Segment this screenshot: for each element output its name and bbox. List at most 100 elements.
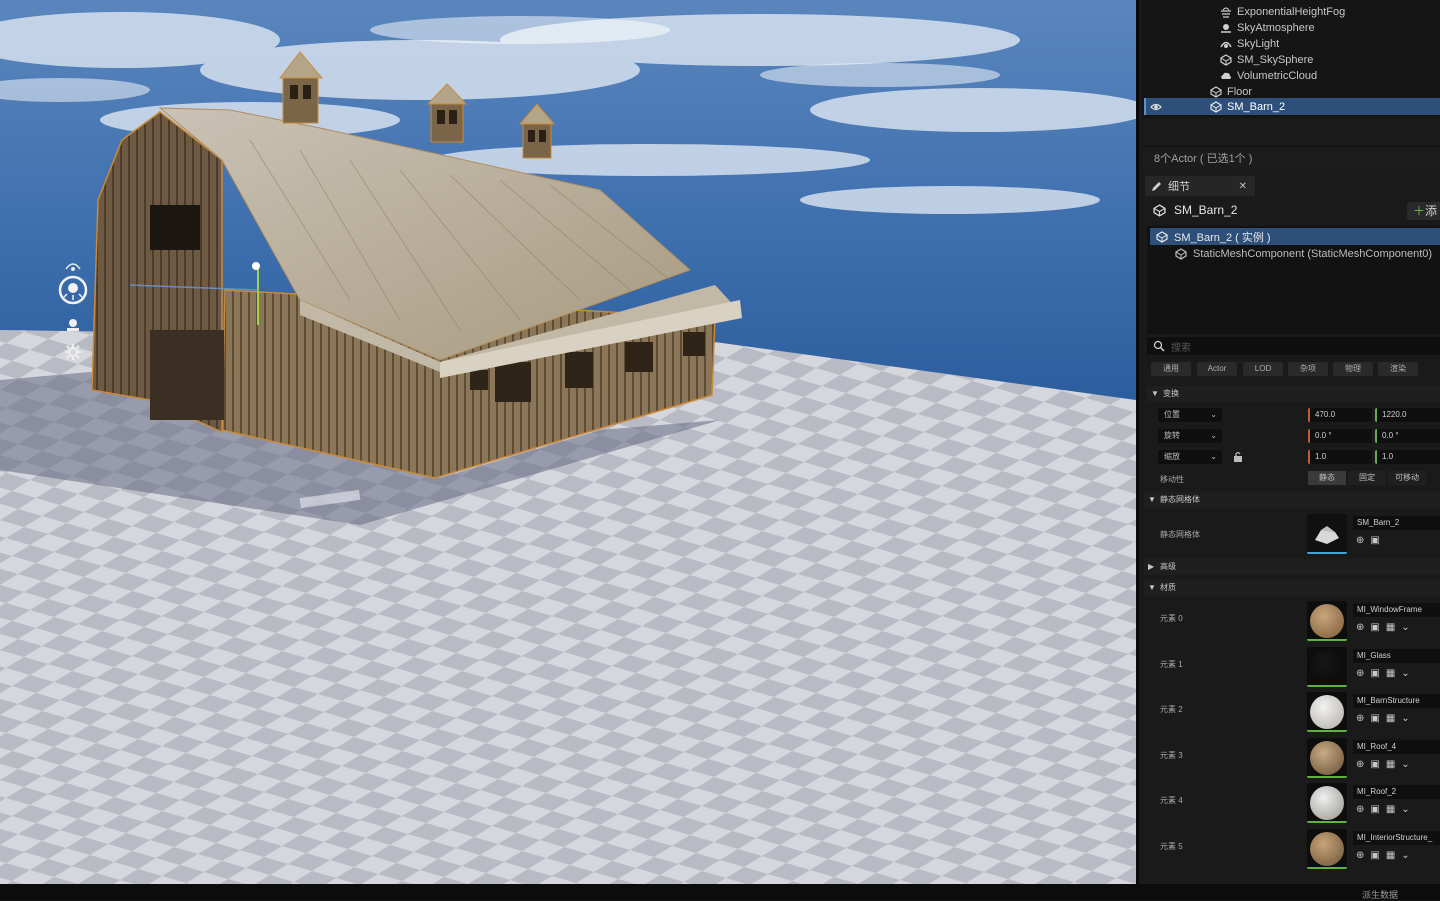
browse-icon[interactable]: ▣	[1370, 668, 1379, 679]
settings-gizmo-icon[interactable]	[56, 338, 90, 366]
section-label: 高级	[1160, 562, 1176, 571]
outliner-item-volumetric-cloud[interactable]: VolumetricCloud	[1220, 68, 1317, 84]
browse-icon[interactable]: ▣	[1370, 804, 1379, 815]
material-thumbnail[interactable]	[1307, 646, 1347, 687]
dropdown-label: 位置	[1164, 410, 1180, 419]
checker-icon[interactable]: ▦	[1386, 622, 1395, 633]
lock-icon[interactable]	[1232, 450, 1244, 464]
chevron-down-icon[interactable]: ⌄	[1401, 759, 1409, 770]
use-selected-icon[interactable]: ⊕	[1356, 850, 1364, 861]
checker-icon[interactable]: ▦	[1386, 668, 1395, 679]
outliner-item-floor[interactable]: Floor	[1210, 84, 1252, 100]
level-viewport[interactable]	[0, 0, 1136, 884]
use-selected-icon[interactable]: ⊕	[1356, 804, 1364, 815]
chevron-down-icon[interactable]: ⌄	[1401, 668, 1409, 679]
browse-icon[interactable]: ▣	[1370, 622, 1379, 633]
visibility-eye-icon[interactable]	[1150, 99, 1162, 115]
location-x-field[interactable]: 470.0	[1308, 408, 1372, 422]
filter-actor[interactable]: Actor	[1197, 362, 1237, 376]
component-static-mesh[interactable]: StaticMeshComponent (StaticMeshComponent…	[1175, 248, 1432, 260]
material-picker[interactable]: MI_BarnStructure	[1353, 694, 1440, 709]
material-thumbnail[interactable]	[1307, 601, 1347, 641]
scale-x-field[interactable]: 1.0	[1308, 450, 1372, 464]
close-icon[interactable]: ✕	[1239, 181, 1247, 192]
browse-icon[interactable]: ▣	[1370, 850, 1379, 861]
component-tree: SM_Barn_2 ( 实例 ) StaticMeshComponent (St…	[1147, 226, 1440, 334]
use-selected-icon[interactable]: ⊕	[1356, 713, 1364, 724]
details-filter-bar: 通用 Actor LOD 杂项 物理 渲染	[1147, 362, 1440, 378]
outliner-item-sky-atmosphere[interactable]: SkyAtmosphere	[1220, 20, 1315, 36]
chevron-down-icon[interactable]: ⌄	[1401, 850, 1409, 861]
outliner-item-barn[interactable]: SM_Barn_2	[1210, 99, 1285, 115]
chevron-down-icon[interactable]: ⌄	[1401, 804, 1409, 815]
checker-icon[interactable]: ▦	[1386, 804, 1395, 815]
outliner-actor-count: 8个Actor ( 已选1个 )	[1142, 146, 1440, 170]
material-picker[interactable]: MI_Roof_4	[1353, 739, 1440, 754]
sun-gizmo-icon[interactable]	[56, 275, 90, 305]
section-materials[interactable]: ▼ 材质	[1144, 580, 1440, 596]
static-mesh-thumbnail[interactable]	[1307, 514, 1347, 554]
location-dropdown[interactable]: 位置 ⌄	[1158, 408, 1222, 422]
component-root[interactable]: SM_Barn_2 ( 实例 )	[1150, 228, 1440, 245]
scale-dropdown[interactable]: 缩放 ⌄	[1158, 450, 1222, 464]
use-selected-icon[interactable]: ⊕	[1356, 622, 1364, 633]
browse-icon[interactable]: ▣	[1370, 759, 1379, 770]
details-search-input[interactable]: 搜索	[1147, 337, 1440, 355]
mobility-movable-option[interactable]: 可移动	[1388, 471, 1426, 485]
use-selected-icon[interactable]: ⊕	[1356, 535, 1364, 546]
outliner-item-skylight[interactable]: SkyLight	[1220, 36, 1279, 52]
skylight-gizmo-icon[interactable]	[56, 310, 90, 338]
use-selected-icon[interactable]: ⊕	[1356, 668, 1364, 679]
mobility-label: 移动性	[1160, 475, 1184, 484]
rotation-y-field[interactable]: 0.0 °	[1375, 429, 1440, 443]
checker-icon[interactable]: ▦	[1386, 759, 1395, 770]
derived-data-status[interactable]: 派生数据	[1362, 888, 1398, 901]
rotation-dropdown[interactable]: 旋转 ⌄	[1158, 429, 1222, 443]
outliner-item-fog[interactable]: ExponentialHeightFog	[1220, 4, 1345, 20]
material-thumbnail[interactable]	[1307, 692, 1347, 733]
static-mesh-label: 静态网格体	[1160, 530, 1200, 539]
material-picker[interactable]: MI_Roof_2	[1353, 785, 1440, 800]
mobility-stationary-option[interactable]: 固定	[1348, 471, 1386, 485]
outliner-selection-highlight	[1144, 98, 1440, 115]
chevron-down-icon[interactable]: ⌄	[1401, 713, 1409, 724]
filter-physics[interactable]: 物理	[1333, 362, 1373, 376]
material-thumbnail[interactable]	[1307, 737, 1347, 778]
mobility-static-option[interactable]: 静态	[1308, 471, 1346, 485]
browse-icon[interactable]: ▣	[1370, 535, 1379, 546]
outliner-item-label: SkyAtmosphere	[1237, 22, 1315, 34]
outliner-item-label: SM_SkySphere	[1237, 54, 1314, 66]
browse-icon[interactable]: ▣	[1370, 713, 1379, 724]
section-advanced[interactable]: ▶ 高级	[1144, 559, 1440, 575]
static-mesh-icon	[1175, 248, 1187, 260]
material-picker[interactable]: MI_InteriorStructure_	[1353, 831, 1440, 845]
material-thumbnail[interactable]	[1307, 829, 1347, 869]
filter-rendering[interactable]: 渲染	[1378, 362, 1418, 376]
material-element-label: 元素 5	[1160, 842, 1183, 851]
tab-details[interactable]: 细节 ✕	[1145, 176, 1255, 196]
material-thumbnail[interactable]	[1307, 783, 1347, 824]
checker-icon[interactable]: ▦	[1386, 850, 1395, 861]
rotation-x-field[interactable]: 0.0 °	[1308, 429, 1372, 443]
material-actions: ⊕ ▣ ▦ ⌄	[1356, 850, 1410, 861]
use-selected-icon[interactable]: ⊕	[1356, 759, 1364, 770]
section-transform[interactable]: ▼ 变换	[1147, 386, 1440, 402]
filter-misc[interactable]: 杂项	[1288, 362, 1328, 376]
material-picker[interactable]: MI_Glass	[1353, 648, 1440, 663]
add-component-button[interactable]: ＋添	[1407, 202, 1440, 220]
filter-lod[interactable]: LOD	[1243, 362, 1283, 376]
outliner-item-label: ExponentialHeightFog	[1237, 6, 1346, 18]
static-mesh-picker[interactable]: SM_Barn_2	[1353, 516, 1440, 530]
tab-label: 细节	[1168, 181, 1190, 193]
outliner-item-skysphere[interactable]: SM_SkySphere	[1220, 52, 1313, 68]
scale-y-field[interactable]: 1.0	[1375, 450, 1440, 464]
chevron-down-icon[interactable]: ⌄	[1401, 622, 1409, 633]
section-label: 变换	[1163, 389, 1179, 398]
material-picker[interactable]: MI_WindowFrame	[1353, 603, 1440, 617]
static-mesh-icon	[1153, 203, 1166, 217]
location-y-field[interactable]: 1220.0	[1375, 408, 1440, 422]
filter-general[interactable]: 通用	[1151, 362, 1191, 376]
section-static-mesh[interactable]: ▼ 静态网格体	[1144, 492, 1440, 508]
checker-icon[interactable]: ▦	[1386, 713, 1395, 724]
component-root-label: SM_Barn_2 ( 实例 )	[1174, 231, 1271, 244]
